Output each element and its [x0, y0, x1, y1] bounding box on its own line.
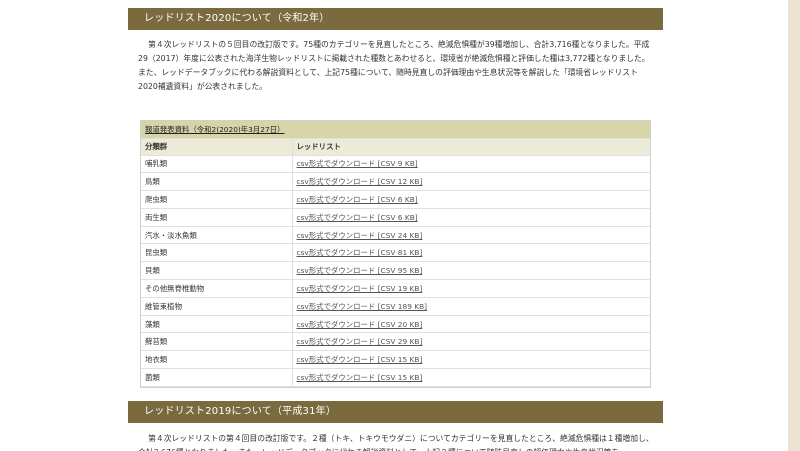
page: レッドリスト2020について（令和2年） 第４次レッドリストの５回目の改訂版です…	[0, 0, 800, 451]
section-paragraph-2020: 第４次レッドリストの５回目の改訂版です。75種のカテゴリーを見直したところ、絶滅…	[128, 30, 663, 94]
row-group-name: 蘚苔類	[141, 332, 293, 352]
row-group-name: 地衣類	[141, 350, 293, 370]
table-row: 昆虫類 csv形式でダウンロード [CSV 81 KB]	[141, 243, 650, 263]
table-row: その他無脊椎動物 csv形式でダウンロード [CSV 19 KB]	[141, 279, 650, 298]
row-download-cell: csv形式でダウンロード [CSV 6 KB]	[292, 208, 650, 227]
table-header-row: 分類群 レッドリスト	[141, 138, 650, 156]
row-group-name: 昆虫類	[141, 243, 293, 263]
csv-download-link[interactable]: csv形式でダウンロード [CSV 24 KB]	[297, 231, 423, 240]
row-download-cell: csv形式でダウンロード [CSV 81 KB]	[292, 243, 650, 263]
redlist-table-wrapper: 報道発表資料（令和2(2020)年3月27日） 分類群 レッドリスト 哺乳類 cs…	[140, 120, 651, 388]
row-group-name: 維管束植物	[141, 297, 293, 316]
section-title-2020: レッドリスト2020について（令和2年）	[144, 13, 330, 24]
table-row: 哺乳類 csv形式でダウンロード [CSV 9 KB]	[141, 155, 650, 174]
section-header-2019: レッドリスト2019について（平成31年）	[128, 400, 663, 423]
row-group-name: 藻類	[141, 315, 293, 334]
row-download-cell: csv形式でダウンロード [CSV 29 KB]	[292, 332, 650, 352]
row-group-name: 菌類	[141, 368, 293, 387]
table-row: 貝類 csv形式でダウンロード [CSV 95 KB]	[141, 261, 650, 281]
table-row: 維管束植物 csv形式でダウンロード [CSV 189 KB]	[141, 297, 650, 316]
section-text-2019: 第４次レッドリストの第４回目の改訂版です。２種（トキ、トキウモウダニ）についてカ…	[138, 433, 654, 451]
row-download-cell: csv形式でダウンロード [CSV 24 KB]	[292, 226, 650, 245]
csv-download-link[interactable]: csv形式でダウンロード [CSV 189 KB]	[297, 302, 428, 311]
csv-download-link[interactable]: csv形式でダウンロード [CSV 81 KB]	[297, 248, 423, 257]
table-row: 菌類 csv形式でダウンロード [CSV 15 KB]	[141, 368, 650, 387]
table-row: 汽水・淡水魚類 csv形式でダウンロード [CSV 24 KB]	[141, 226, 650, 245]
table-caption-row: 報道発表資料（令和2(2020)年3月27日）	[141, 121, 650, 139]
row-download-cell: csv形式でダウンロード [CSV 15 KB]	[292, 368, 650, 387]
row-group-name: その他無脊椎動物	[141, 279, 293, 298]
row-download-cell: csv形式でダウンロード [CSV 15 KB]	[292, 350, 650, 370]
row-download-cell: csv形式でダウンロード [CSV 20 KB]	[292, 315, 650, 334]
table-row: 蘚苔類 csv形式でダウンロード [CSV 29 KB]	[141, 332, 650, 352]
section-paragraph-2019: 第４次レッドリストの第４回目の改訂版です。２種（トキ、トキウモウダニ）についてカ…	[128, 423, 663, 451]
csv-download-link[interactable]: csv形式でダウンロード [CSV 9 KB]	[297, 159, 418, 168]
page-side-strip	[788, 0, 800, 451]
header-list: レッドリスト	[292, 138, 650, 156]
main-content: レッドリスト2020について（令和2年） 第４次レッドリストの５回目の改訂版です…	[128, 0, 663, 451]
redlist-table: 報道発表資料（令和2(2020)年3月27日） 分類群 レッドリスト 哺乳類 cs…	[141, 121, 650, 387]
csv-download-link[interactable]: csv形式でダウンロード [CSV 12 KB]	[297, 177, 423, 186]
row-download-cell: csv形式でダウンロード [CSV 9 KB]	[292, 155, 650, 174]
row-download-cell: csv形式でダウンロード [CSV 19 KB]	[292, 279, 650, 298]
csv-download-link[interactable]: csv形式でダウンロード [CSV 15 KB]	[297, 373, 423, 382]
section-text-2020: 第４次レッドリストの５回目の改訂版です。75種のカテゴリーを見直したところ、絶滅…	[138, 40, 650, 91]
table-row: 両生類 csv形式でダウンロード [CSV 6 KB]	[141, 208, 650, 227]
section-title-2019: レッドリスト2019について（平成31年）	[144, 405, 337, 417]
csv-download-link[interactable]: csv形式でダウンロード [CSV 20 KB]	[297, 320, 423, 329]
section-header-2020: レッドリスト2020について（令和2年）	[128, 8, 663, 30]
row-download-cell: csv形式でダウンロード [CSV 95 KB]	[292, 261, 650, 281]
row-download-cell: csv形式でダウンロード [CSV 12 KB]	[292, 172, 650, 192]
row-group-name: 両生類	[141, 208, 293, 227]
row-group-name: 鳥類	[141, 172, 293, 192]
row-group-name: 哺乳類	[141, 155, 293, 174]
table-row: 鳥類 csv形式でダウンロード [CSV 12 KB]	[141, 172, 650, 192]
row-group-name: 汽水・淡水魚類	[141, 226, 293, 245]
table-row: 地衣類 csv形式でダウンロード [CSV 15 KB]	[141, 350, 650, 370]
press-release-link[interactable]: 報道発表資料（令和2(2020)年3月27日）	[145, 125, 284, 134]
table-row: 爬虫類 csv形式でダウンロード [CSV 6 KB]	[141, 190, 650, 209]
row-group-name: 爬虫類	[141, 190, 293, 209]
row-download-cell: csv形式でダウンロード [CSV 6 KB]	[292, 190, 650, 209]
csv-download-link[interactable]: csv形式でダウンロード [CSV 6 KB]	[297, 195, 418, 204]
csv-download-link[interactable]: csv形式でダウンロード [CSV 29 KB]	[297, 337, 423, 346]
csv-download-link[interactable]: csv形式でダウンロード [CSV 6 KB]	[297, 213, 418, 222]
row-group-name: 貝類	[141, 261, 293, 281]
csv-download-link[interactable]: csv形式でダウンロード [CSV 95 KB]	[297, 266, 423, 275]
header-group: 分類群	[141, 138, 293, 156]
row-download-cell: csv形式でダウンロード [CSV 189 KB]	[292, 297, 650, 316]
table-row: 藻類 csv形式でダウンロード [CSV 20 KB]	[141, 315, 650, 334]
csv-download-link[interactable]: csv形式でダウンロード [CSV 15 KB]	[297, 355, 423, 364]
table-caption-cell: 報道発表資料（令和2(2020)年3月27日）	[141, 121, 650, 139]
csv-download-link[interactable]: csv形式でダウンロード [CSV 19 KB]	[297, 284, 423, 293]
